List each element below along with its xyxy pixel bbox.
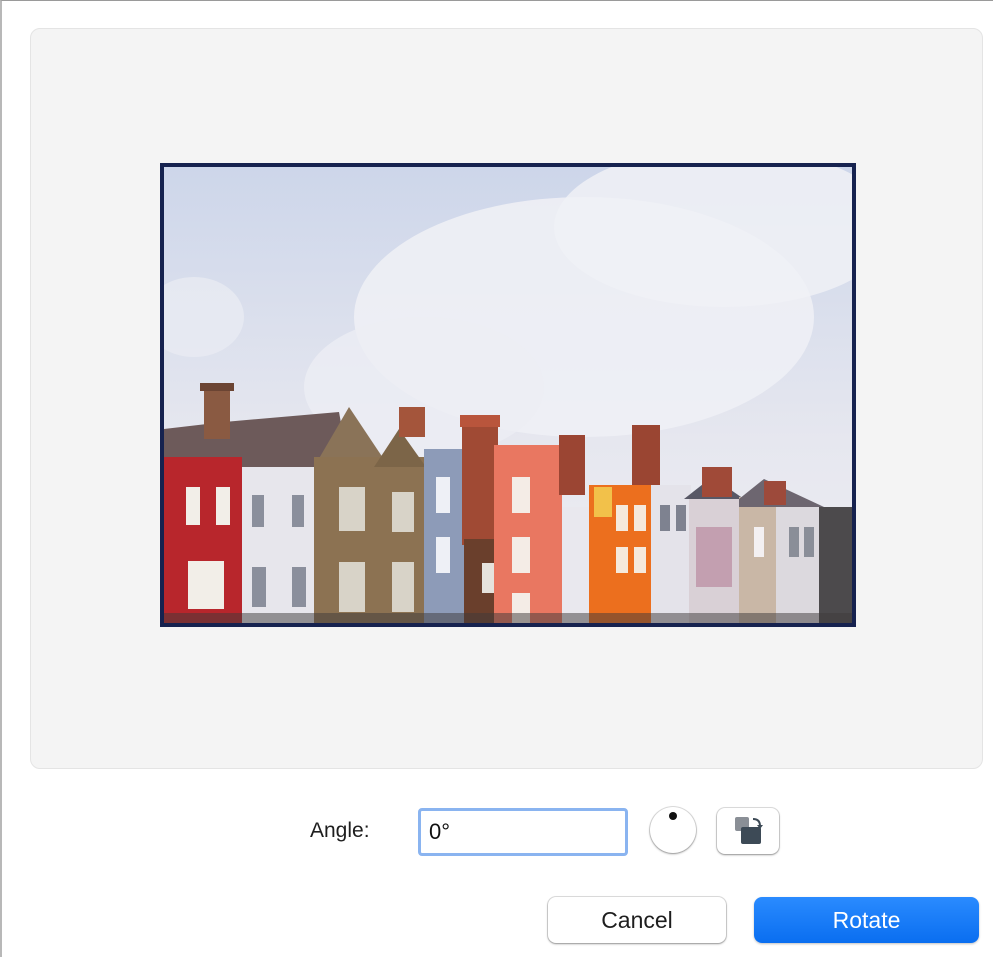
angle-input[interactable] xyxy=(418,808,628,856)
rotation-dial-icon[interactable] xyxy=(650,807,696,853)
image-preview xyxy=(160,163,856,627)
angle-label: Angle: xyxy=(310,819,370,842)
rotate-image-icon xyxy=(735,817,763,844)
dial-indicator xyxy=(669,812,677,820)
rotate-image-button[interactable] xyxy=(717,808,779,854)
rotate-button[interactable]: Rotate xyxy=(754,897,979,943)
angle-row: Angle: xyxy=(2,805,993,859)
cancel-button[interactable]: Cancel xyxy=(548,897,726,943)
rotate-dialog: Angle: Cancel Rotate xyxy=(0,0,993,957)
